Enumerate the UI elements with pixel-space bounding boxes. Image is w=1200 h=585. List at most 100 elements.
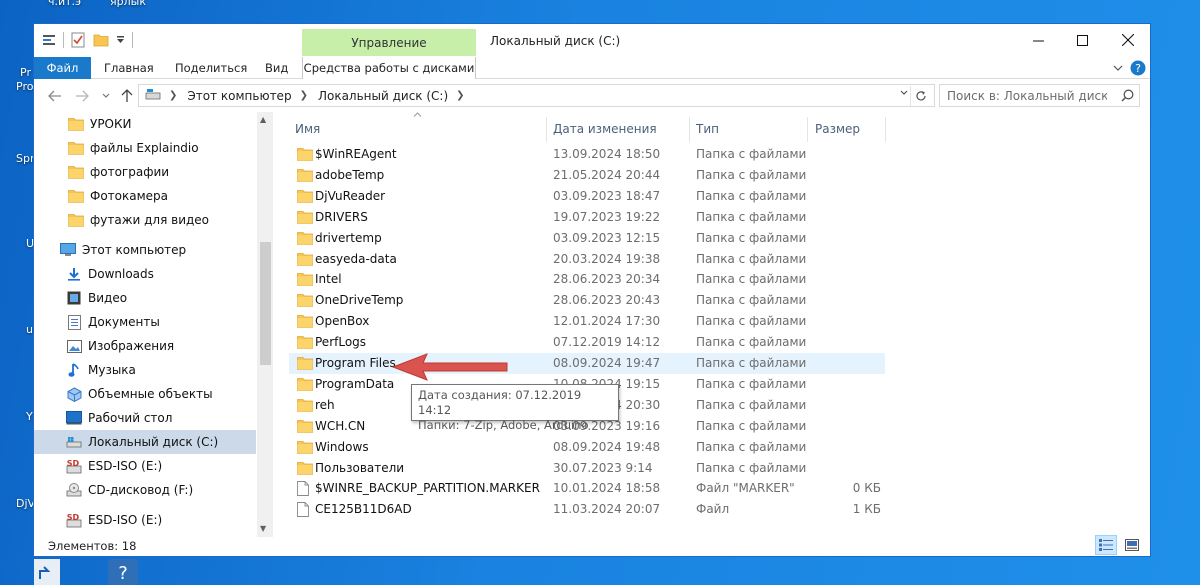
file-date: 08.09.2024 19:47 bbox=[553, 356, 661, 370]
column-header-date[interactable]: Дата изменения bbox=[547, 117, 690, 142]
new-folder-icon[interactable] bbox=[93, 32, 109, 48]
search-icon[interactable] bbox=[1121, 89, 1134, 105]
file-row[interactable]: DRIVERS 19.07.2023 19:22 Папка с файлами bbox=[289, 207, 885, 228]
file-row[interactable]: $WINRE_BACKUP_PARTITION.MARKER 10.01.2024… bbox=[289, 478, 885, 499]
column-header-type[interactable]: Тип bbox=[690, 117, 808, 142]
breadcrumb-separator[interactable]: ❯ bbox=[456, 90, 464, 101]
close-icon bbox=[1122, 34, 1134, 46]
file-row[interactable]: Intel 28.06.2023 20:34 Папка с файлами bbox=[289, 269, 885, 290]
breadcrumb-separator[interactable]: ❯ bbox=[300, 90, 308, 101]
file-name: ProgramData bbox=[315, 376, 395, 391]
file-row[interactable]: OneDriveTemp 28.06.2023 20:43 Папка с файл… bbox=[289, 290, 885, 311]
recent-locations-button[interactable] bbox=[97, 88, 115, 104]
scroll-down-icon[interactable]: ▼ bbox=[260, 524, 266, 533]
sidebar-item[interactable]: Объемные объекты bbox=[34, 382, 256, 406]
file-row[interactable]: DjVuReader 03.09.2023 18:47 Папка с файлам… bbox=[289, 186, 885, 207]
search-input[interactable] bbox=[947, 88, 1107, 103]
close-button[interactable] bbox=[1105, 24, 1150, 56]
address-bar[interactable]: ❯ Этот компьютер ❯ Локальный диск (C:) ❯ bbox=[138, 84, 935, 107]
desktop-side-label: Y bbox=[26, 410, 33, 423]
file-row[interactable]: drivertemp 03.09.2023 12:15 Папка с файлам… bbox=[289, 228, 885, 249]
sidebar-item[interactable]: Изображения bbox=[34, 334, 256, 358]
scroll-up-icon[interactable]: ▲ bbox=[260, 115, 266, 124]
file-name: Пользователи bbox=[315, 460, 405, 475]
tab-file[interactable]: Файл bbox=[34, 57, 91, 79]
file-row[interactable]: easyeda-data 20.03.2024 19:38 Папка с файл… bbox=[289, 249, 885, 270]
column-header-size[interactable]: Размер bbox=[809, 117, 886, 142]
file-name: reh bbox=[315, 397, 335, 412]
file-row[interactable]: OpenBox 12.01.2024 17:30 Папка с файлами bbox=[289, 311, 885, 332]
file-row[interactable]: PerfLogs 07.12.2019 14:12 Папка с файлами bbox=[289, 332, 885, 353]
desktop-icon bbox=[66, 410, 82, 426]
sidebar-item[interactable]: файлы Explaindio bbox=[34, 136, 256, 160]
back-button[interactable] bbox=[46, 88, 64, 104]
properties-icon[interactable] bbox=[42, 33, 56, 47]
breadcrumb-separator[interactable]: ❯ bbox=[169, 90, 177, 101]
desktop-app-icon[interactable]: ? bbox=[106, 557, 140, 585]
sidebar-item[interactable]: Downloads bbox=[34, 262, 256, 286]
ribbon-tabs: Файл Главная Поделиться Вид Средства раб… bbox=[34, 57, 1150, 79]
folder-icon bbox=[297, 210, 313, 227]
sidebar-item[interactable]: Фотокамера bbox=[34, 184, 256, 208]
tab-drive-tools[interactable]: Средства работы с дисками bbox=[302, 57, 476, 79]
search-box[interactable] bbox=[939, 84, 1140, 107]
desktop-shortcut-icon[interactable] bbox=[32, 559, 62, 585]
file-row[interactable]: Program Files 08.09.2024 19:47 Папка с фай… bbox=[289, 353, 885, 374]
sidebar-item[interactable]: футажи для видео bbox=[34, 208, 256, 232]
large-icons-view-button[interactable] bbox=[1121, 535, 1143, 555]
file-name: DjVuReader bbox=[315, 188, 386, 203]
sidebar-item[interactable]: УРОКИ bbox=[34, 112, 256, 136]
expand-ribbon-button[interactable] bbox=[1110, 60, 1126, 76]
tab-manage-group[interactable]: Управление bbox=[302, 29, 476, 56]
breadcrumb-local-disk[interactable]: Локальный диск (C:) bbox=[318, 89, 448, 103]
tab-view[interactable]: Вид bbox=[265, 57, 288, 79]
quick-access-toolbar bbox=[42, 32, 133, 48]
details-view-button[interactable] bbox=[1095, 535, 1117, 555]
sidebar-item[interactable]: SD ESD-ISO (E:) bbox=[34, 508, 256, 530]
checkmark-properties-icon[interactable] bbox=[71, 32, 86, 48]
file-type: Папка с файлами bbox=[696, 376, 807, 391]
folder-icon bbox=[297, 252, 313, 269]
file-name: CE125B11D6AD bbox=[315, 502, 412, 517]
sidebar-item[interactable]: фотографии bbox=[34, 160, 256, 184]
refresh-button[interactable] bbox=[910, 86, 930, 106]
customize-qat-icon[interactable] bbox=[116, 36, 125, 44]
minimize-button[interactable] bbox=[1015, 24, 1061, 56]
file-row[interactable]: Windows 08.09.2024 19:48 Папка с файлами bbox=[289, 437, 885, 458]
sidebar-item[interactable]: Видео bbox=[34, 286, 256, 310]
file-date: 03.09.2023 12:15 bbox=[553, 230, 661, 245]
sidebar-item[interactable]: Локальный диск (C:) bbox=[34, 430, 256, 454]
file-row[interactable]: CE125B11D6AD 11.03.2024 20:07 Файл 1 КБ bbox=[289, 499, 885, 520]
column-header-name[interactable]: Имя bbox=[289, 117, 547, 142]
file-name: adobeTemp bbox=[315, 167, 385, 182]
sidebar-item[interactable]: CD-дисковод (F:) bbox=[34, 478, 256, 502]
help-button[interactable]: ? bbox=[1130, 60, 1146, 76]
folder-icon bbox=[297, 293, 313, 310]
sidebar-item[interactable]: SD ESD-ISO (E:) bbox=[34, 454, 256, 478]
qat-separator bbox=[63, 32, 64, 48]
scrollbar-thumb[interactable] bbox=[260, 242, 271, 365]
sidebar-item[interactable]: Рабочий стол bbox=[34, 406, 256, 430]
address-dropdown-button[interactable] bbox=[900, 88, 908, 99]
forward-button[interactable] bbox=[73, 88, 91, 104]
file-row[interactable]: Пользователи 30.07.2023 9:14 Папка с файла… bbox=[289, 458, 885, 479]
usb-drive-icon: SD bbox=[66, 458, 82, 474]
sidebar-item[interactable]: Музыка bbox=[34, 358, 256, 382]
tab-home[interactable]: Главная bbox=[104, 57, 154, 79]
sidebar-item[interactable]: Этот компьютер bbox=[34, 238, 256, 262]
breadcrumb-this-pc[interactable]: Этот компьютер bbox=[187, 89, 291, 103]
folder-icon bbox=[68, 116, 84, 132]
sidebar-item-label: CD-дисковод (F:) bbox=[88, 483, 194, 497]
sidebar-item-label: Локальный диск (C:) bbox=[88, 435, 219, 449]
file-row[interactable]: adobeTemp 21.05.2024 20:44 Папка с файлами bbox=[289, 165, 885, 186]
sidebar-item[interactable]: Документы bbox=[34, 310, 256, 334]
folder-icon bbox=[297, 335, 313, 352]
tab-share[interactable]: Поделиться bbox=[175, 57, 247, 79]
navigation-scrollbar[interactable]: ▲ ▼ bbox=[257, 112, 273, 537]
up-button[interactable] bbox=[118, 88, 136, 104]
maximize-button[interactable] bbox=[1059, 24, 1105, 56]
file-row[interactable]: $WinREAgent 13.09.2024 18:50 Папка с файла… bbox=[289, 144, 885, 165]
arrow-up-icon bbox=[121, 89, 133, 102]
folder-icon bbox=[297, 419, 313, 436]
maximize-icon bbox=[1076, 34, 1088, 46]
